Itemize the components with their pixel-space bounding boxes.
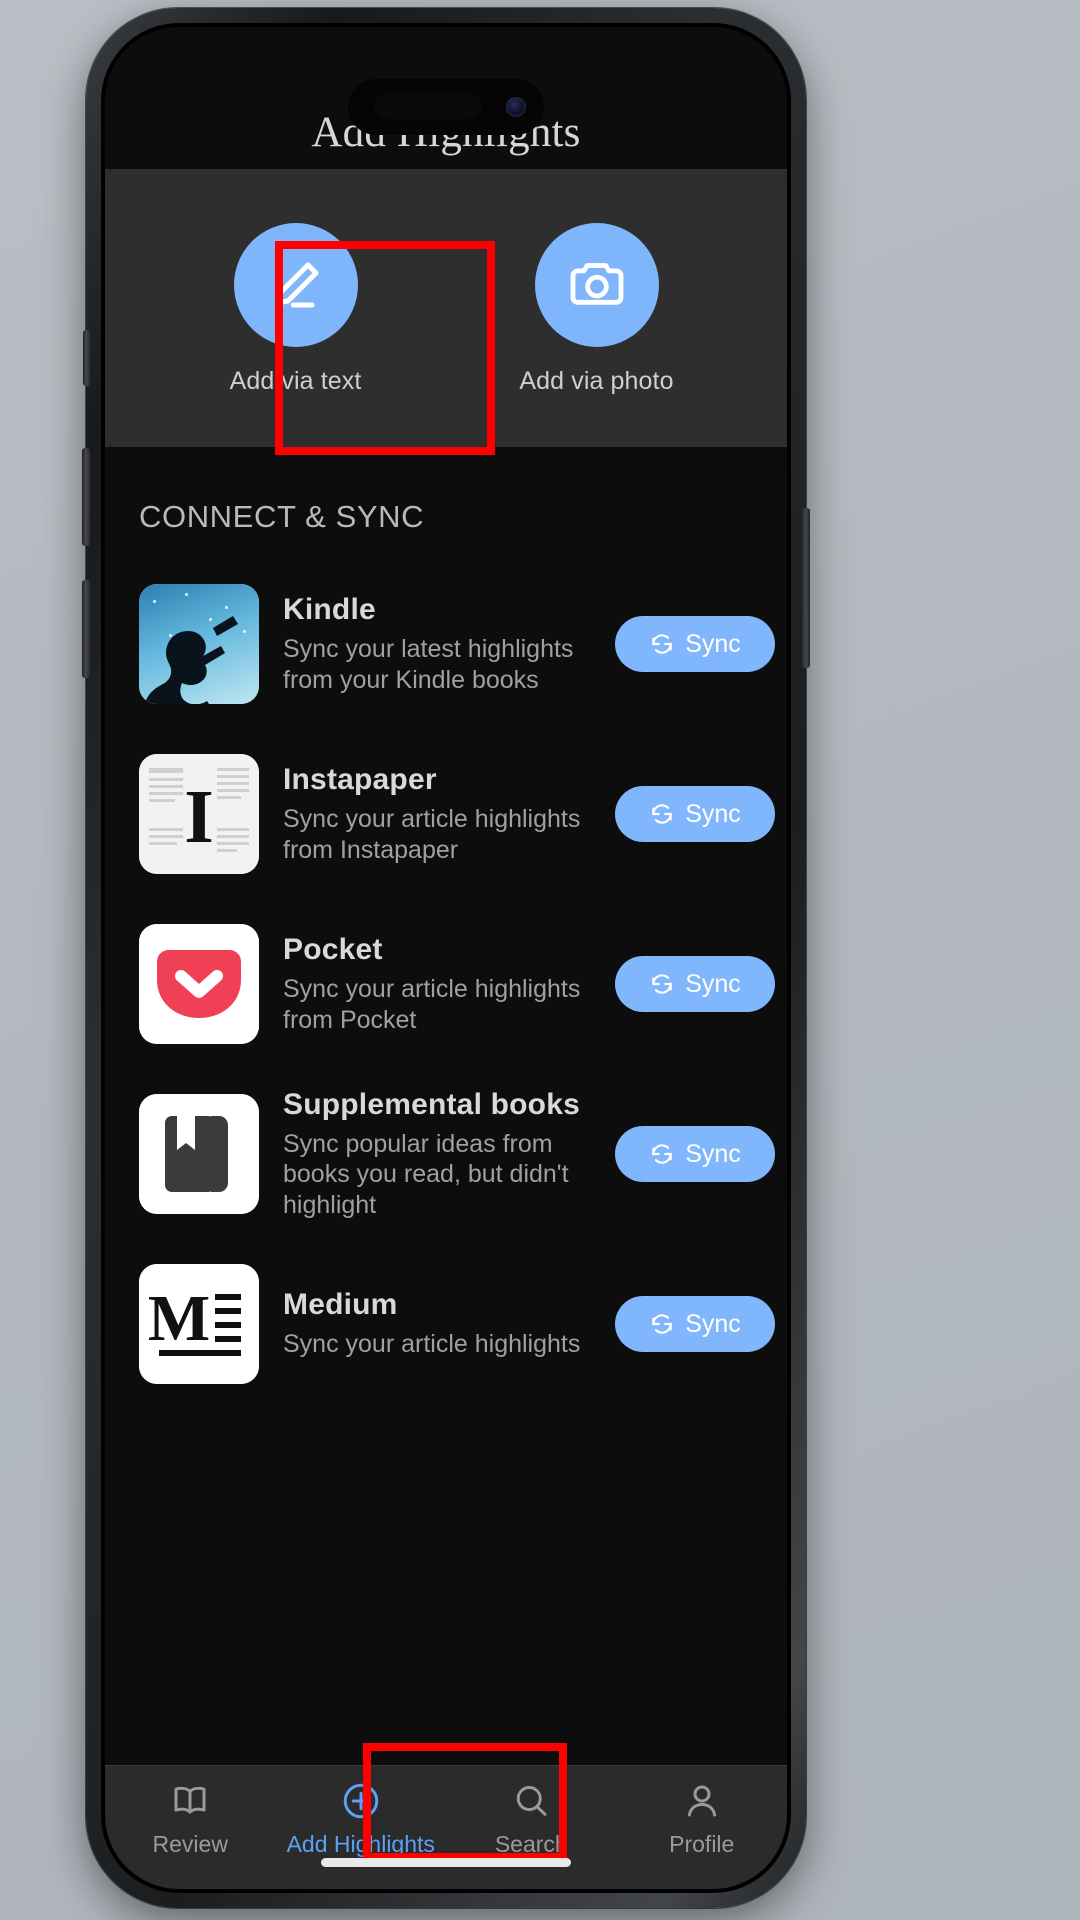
earpiece-speaker [374, 93, 482, 119]
add-via-photo-label: Add via photo [519, 366, 674, 395]
list-item[interactable]: M Medium Sync your article highlights Sy… [105, 1239, 787, 1409]
book-icon [174, 1786, 206, 1814]
list-item[interactable]: I Instapaper Sync your article highlight… [105, 729, 787, 899]
list-item[interactable]: Kindle Sync your latest highlights from … [105, 559, 787, 729]
sync-button[interactable]: Sync [615, 1296, 775, 1352]
add-via-text-circle [233, 222, 358, 347]
refresh-icon [652, 634, 672, 654]
volume-up-button[interactable] [82, 448, 90, 546]
search-icon [516, 1786, 547, 1816]
refresh-icon [652, 1314, 672, 1334]
service-name: Kindle [283, 593, 376, 626]
power-button[interactable] [802, 508, 810, 668]
refresh-icon [652, 974, 672, 994]
list-item-text: Kindle Sync your latest highlights from … [259, 593, 615, 695]
service-name: Pocket [283, 933, 383, 966]
tab-search[interactable]: Search [446, 1780, 617, 1858]
tab-add-highlights-label: Add Highlights [286, 1831, 435, 1857]
sync-button[interactable]: Sync [615, 616, 775, 672]
service-name: Instapaper [283, 763, 437, 796]
sync-button[interactable]: Sync [615, 1126, 775, 1182]
list-item-text: Instapaper Sync your article highlights … [259, 763, 615, 865]
kindle-icon [139, 584, 259, 704]
list-item[interactable]: Pocket Sync your article highlights from… [105, 899, 787, 1069]
sync-button-label: Sync [685, 1309, 741, 1338]
sync-button[interactable]: Sync [615, 956, 775, 1012]
pocket-icon [139, 924, 259, 1044]
home-indicator[interactable] [321, 1858, 571, 1867]
add-options-panel: Add via text Add via photo [105, 169, 787, 455]
supplemental-books-icon [139, 1094, 259, 1214]
list-item[interactable]: Supplemental books Sync popular ideas fr… [105, 1069, 787, 1239]
pencil-icon [275, 261, 319, 308]
medium-icon: M [139, 1264, 259, 1384]
instapaper-icon: I [139, 754, 259, 874]
phone-device: Add Highlights [82, 8, 810, 1908]
phone-bezel: Add Highlights [101, 23, 791, 1893]
tab-profile[interactable]: Profile [617, 1780, 788, 1858]
person-icon [687, 1785, 716, 1817]
service-name: Supplemental books [283, 1087, 580, 1121]
volume-down-button[interactable] [82, 580, 90, 678]
tab-search-label: Search [494, 1831, 568, 1857]
sync-button-label: Sync [685, 799, 741, 828]
sync-button[interactable]: Sync [615, 786, 775, 842]
svg-text:M: M [148, 1282, 210, 1355]
phone-screen: Add Highlights [105, 27, 787, 1889]
list-item-text: Medium Sync your article highlights [259, 1288, 615, 1360]
sync-button-label: Sync [685, 1139, 741, 1168]
service-name: Medium [283, 1288, 398, 1322]
tab-add-highlights[interactable]: Add Highlights [276, 1780, 447, 1858]
refresh-icon [652, 804, 672, 824]
desk-backdrop: Add Highlights [0, 0, 1080, 1920]
dynamic-island [348, 79, 544, 135]
list-item-text: Supplemental books Sync popular ideas fr… [259, 1088, 615, 1221]
add-via-text-button[interactable]: Add via text [191, 209, 401, 408]
refresh-icon [652, 1144, 672, 1164]
connect-sync-list: CONNECT & SYNC Kindle Sync your latest h… [105, 447, 787, 1889]
tab-profile-label: Profile [669, 1831, 735, 1857]
list-item-text: Pocket Sync your article highlights from… [259, 933, 615, 1035]
service-description: Sync your article highlights [283, 1330, 581, 1359]
camera-icon [570, 262, 623, 305]
connect-sync-heading: CONNECT & SYNC [139, 499, 425, 534]
add-via-photo-circle [534, 222, 659, 347]
service-description: Sync your article highlights from Pocket [283, 975, 581, 1034]
service-description: Sync your latest highlights from your Ki… [283, 635, 574, 694]
service-description: Sync your article highlights from Instap… [283, 805, 581, 864]
sync-button-label: Sync [685, 969, 741, 998]
add-via-text-label: Add via text [229, 366, 362, 395]
bottom-tab-bar: Review Add Highlights Search Profile [105, 1765, 787, 1889]
sync-button-label: Sync [685, 629, 741, 658]
front-camera-icon [506, 97, 526, 117]
add-via-photo-button[interactable]: Add via photo [492, 209, 702, 408]
tab-review-label: Review [152, 1831, 228, 1857]
silent-switch[interactable] [83, 330, 90, 386]
plus-circle-icon [343, 1783, 378, 1819]
tab-review[interactable]: Review [105, 1780, 276, 1858]
service-description: Sync popular ideas from books you read, … [283, 1129, 569, 1219]
svg-text:I: I [184, 775, 214, 859]
